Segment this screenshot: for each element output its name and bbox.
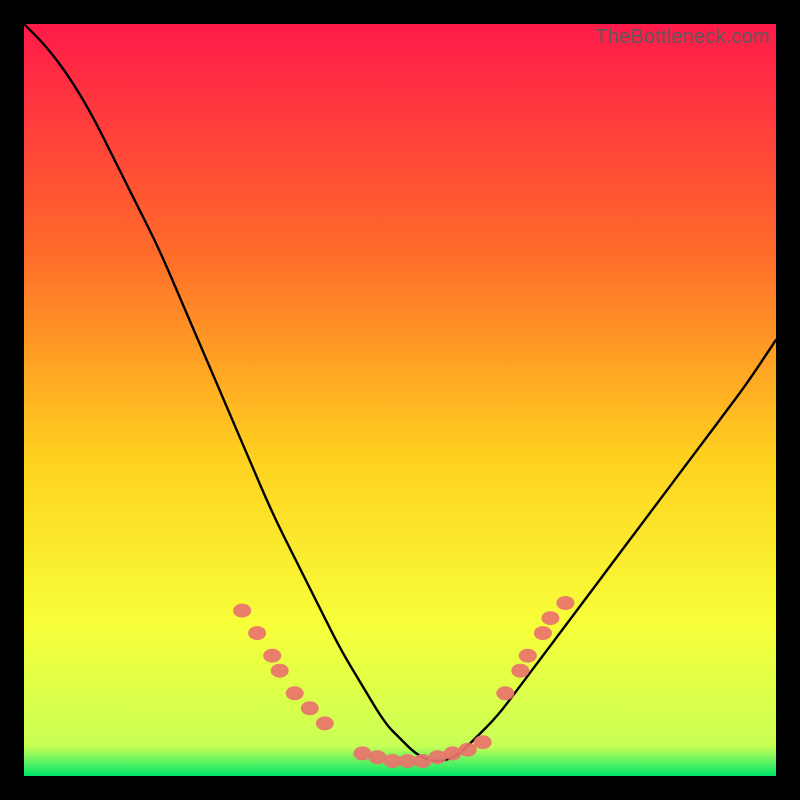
watermark-text: TheBottleneck.com — [595, 26, 770, 49]
marker-dot — [534, 626, 552, 640]
marker-dot — [271, 664, 289, 678]
marker-dot — [541, 611, 559, 625]
marker-dot — [519, 649, 537, 663]
gradient-background — [24, 24, 776, 776]
bottleneck-chart — [24, 24, 776, 776]
marker-dot — [286, 686, 304, 700]
marker-dot — [496, 686, 514, 700]
chart-frame: TheBottleneck.com — [24, 24, 776, 776]
marker-dot — [263, 649, 281, 663]
marker-dot — [474, 735, 492, 749]
marker-dot — [301, 701, 319, 715]
marker-dot — [459, 743, 477, 757]
marker-dot — [511, 664, 529, 678]
marker-dot — [316, 716, 334, 730]
marker-dot — [556, 596, 574, 610]
marker-dot — [233, 604, 251, 618]
marker-dot — [248, 626, 266, 640]
